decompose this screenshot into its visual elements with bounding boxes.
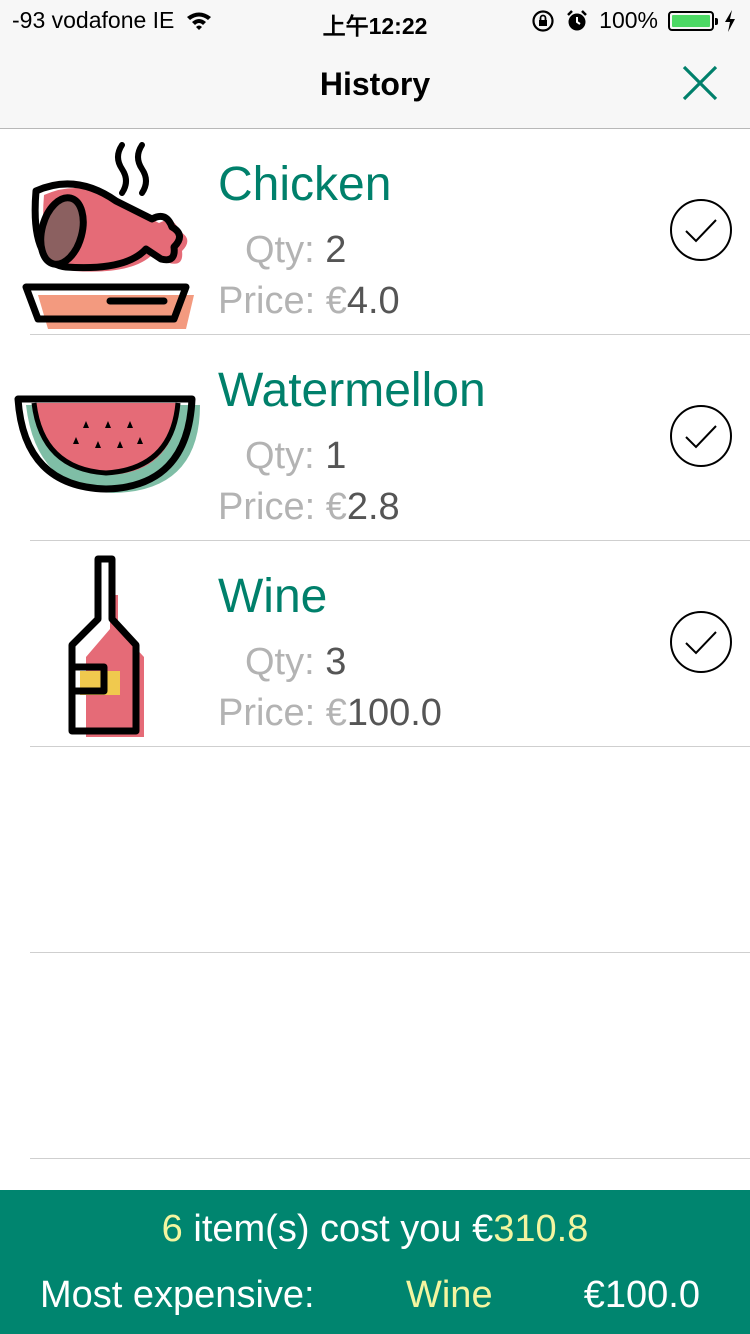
price-label: Price: € (218, 692, 347, 734)
history-list: Chicken Qty: 2 Price: €4.0 Watermellon Q… (0, 129, 750, 1159)
price-value: 100.0 (346, 692, 442, 734)
item-name: Watermellon (218, 364, 486, 417)
check-circle-icon[interactable] (669, 404, 733, 468)
item-name: Chicken (218, 158, 392, 211)
item-price: Price: €2.8 (218, 486, 400, 529)
price-label: Price: € (218, 486, 347, 528)
divider (30, 1158, 750, 1159)
empty-row (0, 953, 750, 1159)
list-item[interactable]: Chicken Qty: 2 Price: €4.0 (0, 129, 750, 335)
item-price: Price: €4.0 (218, 280, 400, 323)
battery-fill (672, 14, 710, 27)
item-qty: Qty: 1 (245, 435, 346, 478)
price-label: Price: € (218, 280, 347, 322)
most-expensive-item: Wine (406, 1274, 493, 1316)
charging-icon (725, 9, 735, 32)
wine-bottle-icon (68, 555, 144, 737)
qty-value: 2 (325, 229, 347, 271)
item-name: Wine (218, 570, 328, 623)
empty-row (0, 747, 750, 953)
price-value: 2.8 (346, 486, 400, 528)
list-item[interactable]: Watermellon Qty: 1 Price: €2.8 (0, 335, 750, 541)
qty-label: Qty: (245, 435, 315, 477)
qty-value: 3 (325, 641, 347, 683)
close-icon[interactable] (680, 63, 720, 103)
most-expensive-price: €100.0 (583, 1274, 700, 1316)
status-bar: -93 vodafone IE 上午12:22 100% (0, 0, 750, 40)
item-count: 6 (161, 1208, 183, 1250)
total-cost: 310.8 (493, 1208, 589, 1250)
nav-bar: History (0, 40, 750, 129)
alarm-icon (567, 9, 588, 30)
total-cost-line: 6 item(s) cost you €310.8 (0, 1208, 750, 1251)
status-right: 100% (531, 7, 736, 34)
cost-text: item(s) cost you € (182, 1208, 494, 1250)
summary-footer: 6 item(s) cost you €310.8 Most expensive… (0, 1190, 750, 1334)
check-circle-icon[interactable] (669, 610, 733, 674)
battery-percent: 100% (599, 7, 658, 33)
chicken-icon (22, 142, 194, 329)
battery-cap (715, 17, 718, 25)
list-item[interactable]: Wine Qty: 3 Price: €100.0 (0, 541, 750, 747)
item-qty: Qty: 3 (245, 641, 346, 684)
item-qty: Qty: 2 (245, 229, 346, 272)
item-price: Price: €100.0 (218, 692, 442, 735)
price-value: 4.0 (346, 280, 400, 322)
qty-value: 1 (325, 435, 347, 477)
rotation-lock-icon (532, 9, 554, 32)
most-expensive-label: Most expensive: (40, 1274, 315, 1316)
qty-label: Qty: (245, 229, 315, 271)
watermelon-icon (14, 395, 200, 493)
battery-icon (668, 10, 718, 31)
page-title: History (319, 66, 431, 102)
qty-label: Qty: (245, 641, 315, 683)
check-circle-icon[interactable] (669, 198, 733, 262)
